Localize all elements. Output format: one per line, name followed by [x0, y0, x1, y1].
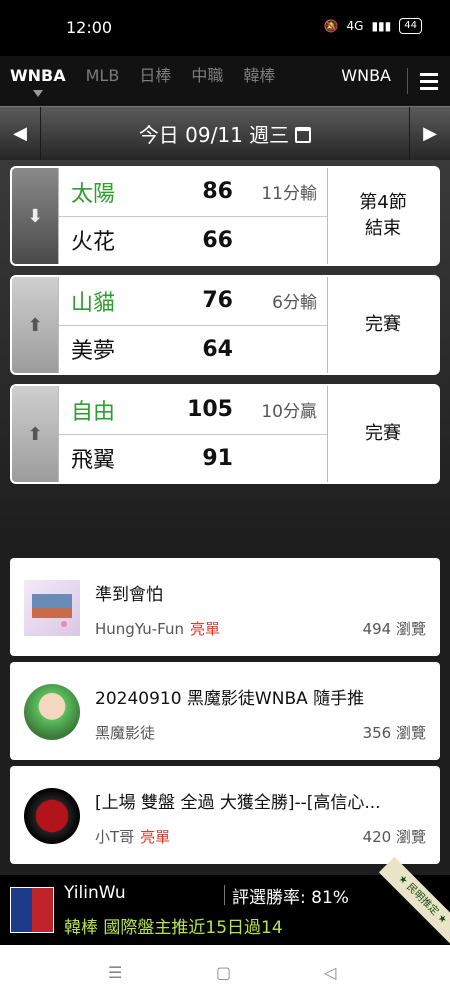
hit-badge: 亮單 — [190, 620, 221, 638]
mute-icon: 🔕 — [323, 19, 339, 33]
article-list: 準到會怕 HungYu-Fun 亮單 494 瀏覽 20240910 黑魔影徒WN… — [0, 535, 450, 875]
team-row: 飛翼 91 — [59, 433, 327, 483]
team-score: 105 — [187, 397, 233, 423]
promo-text: 韓棒 國際盤主推近15日過14 — [64, 918, 283, 938]
team-name: 美夢 — [71, 339, 116, 365]
team-score: 66 — [202, 227, 233, 253]
date-label: 今日 09/11 週三 — [138, 123, 290, 147]
team-name: 飛翼 — [71, 448, 116, 474]
tab-wnba[interactable]: WNBA — [0, 56, 76, 106]
tab-wnba-2[interactable]: WNBA — [331, 56, 401, 106]
expand-arrow-icon[interactable]: ⬆ — [12, 277, 58, 373]
article-title: [上場 雙盤 全過 大獲全勝]--[高信心... — [95, 793, 381, 813]
team-score: 64 — [202, 336, 233, 362]
mlb-logo-icon — [10, 887, 54, 933]
expand-arrow-icon[interactable]: ⬆ — [12, 386, 58, 482]
point-margin: 6分輸 — [272, 293, 317, 314]
list-item[interactable]: 準到會怕 HungYu-Fun 亮單 494 瀏覽 — [10, 558, 440, 656]
article-author: 小T哥 — [95, 828, 135, 846]
game-card[interactable]: ⬆ 自由 105 10分贏 飛翼 91 完賽 — [10, 384, 440, 484]
team-score: 76 — [202, 288, 233, 314]
home-icon[interactable]: ▢ — [216, 963, 231, 982]
article-meta: 黑魔影徒 — [95, 722, 161, 743]
list-item[interactable]: [上場 雙盤 全過 大獲全勝]--[高信心... 小T哥 亮單 420 瀏覽 — [10, 766, 440, 864]
article-title: 20240910 黑魔影徒WNBA 隨手推 — [95, 689, 365, 709]
recents-icon[interactable]: ☰ — [108, 963, 122, 982]
article-meta: 小T哥 亮單 — [95, 826, 170, 847]
team-name: 山貓 — [71, 290, 116, 316]
tab-cpbl[interactable]: 中職 — [181, 56, 233, 106]
article-author: HungYu-Fun — [95, 620, 184, 638]
promo-banner[interactable]: YilinWu 評選勝率: 81% 韓棒 國際盤主推近15日過14 ★ 民明推定… — [0, 856, 450, 945]
promo-win-rate: 評選勝率: 81% — [232, 888, 349, 908]
team-name: 自由 — [71, 399, 116, 425]
team-row: 美夢 64 — [59, 324, 327, 374]
promo-user: YilinWu — [64, 883, 126, 903]
view-count: 356 瀏覽 — [362, 724, 426, 742]
date-selector[interactable]: 今日 09/11 週三 — [41, 119, 409, 148]
list-item[interactable]: 20240910 黑魔影徒WNBA 隨手推 黑魔影徒 356 瀏覽 — [10, 662, 440, 760]
game-scores: 山貓 76 6分輸 美夢 64 — [58, 277, 328, 373]
back-icon[interactable]: ◁ — [324, 963, 336, 982]
hit-badge: 亮單 — [140, 828, 171, 846]
status-bar: 12:00 🔕 4G ▮▮▮ 44 — [0, 0, 450, 56]
game-scores: 太陽 86 11分輸 火花 66 — [58, 168, 328, 264]
league-tabs: WNBA MLB 日棒 中職 韓棒 WNBA — [0, 56, 450, 106]
system-nav-bar: ☰ ▢ ◁ — [0, 945, 450, 1000]
tab-npb[interactable]: 日棒 — [129, 56, 181, 106]
game-status: 第4節 結束 — [328, 168, 438, 264]
avatar — [24, 580, 80, 636]
tab-kbo[interactable]: 韓棒 — [233, 56, 285, 106]
date-bar: ◀ 今日 09/11 週三 ▶ — [0, 106, 450, 161]
team-name: 太陽 — [71, 181, 116, 207]
team-row: 火花 66 — [59, 215, 327, 265]
team-name: 火花 — [71, 230, 116, 256]
calendar-icon — [295, 127, 312, 143]
menu-icon[interactable] — [408, 56, 450, 106]
game-scores: 自由 105 10分贏 飛翼 91 — [58, 386, 328, 482]
game-card[interactable]: ⬆ 山貓 76 6分輸 美夢 64 完賽 — [10, 275, 440, 375]
next-day-button[interactable]: ▶ — [410, 107, 450, 161]
avatar — [24, 788, 80, 844]
avatar — [24, 684, 80, 740]
point-margin: 10分贏 — [261, 402, 317, 423]
promo-divider — [224, 885, 225, 905]
team-row: 太陽 86 11分輸 — [59, 168, 327, 216]
view-count: 420 瀏覽 — [362, 828, 426, 846]
prev-day-button[interactable]: ◀ — [0, 107, 40, 161]
team-row: 自由 105 10分贏 — [59, 386, 327, 434]
article-title: 準到會怕 — [95, 585, 163, 605]
team-score: 86 — [202, 179, 233, 205]
game-status: 完賽 — [328, 277, 438, 373]
signal-icon: 4G — [346, 19, 364, 33]
status-icons: 🔕 4G ▮▮▮ 44 — [324, 18, 422, 34]
signal-bars-icon: ▮▮▮ — [371, 19, 392, 33]
collapse-arrow-icon[interactable]: ⬇ — [12, 168, 58, 264]
team-score: 91 — [202, 445, 233, 471]
status-time: 12:00 — [66, 18, 113, 37]
battery-icon: 44 — [399, 18, 422, 34]
tab-mlb[interactable]: MLB — [76, 56, 130, 106]
point-margin: 11分輸 — [261, 184, 317, 205]
game-list: ⬇ 太陽 86 11分輸 火花 66 第4節 結束 ⬆ 山貓 76 6分輸 美夢 — [0, 160, 450, 535]
game-card[interactable]: ⬇ 太陽 86 11分輸 火花 66 第4節 結束 — [10, 166, 440, 266]
team-row: 山貓 76 6分輸 — [59, 277, 327, 325]
game-status: 完賽 — [328, 386, 438, 482]
view-count: 494 瀏覽 — [362, 620, 426, 638]
article-meta: HungYu-Fun 亮單 — [95, 618, 220, 639]
article-author: 黑魔影徒 — [95, 724, 156, 742]
